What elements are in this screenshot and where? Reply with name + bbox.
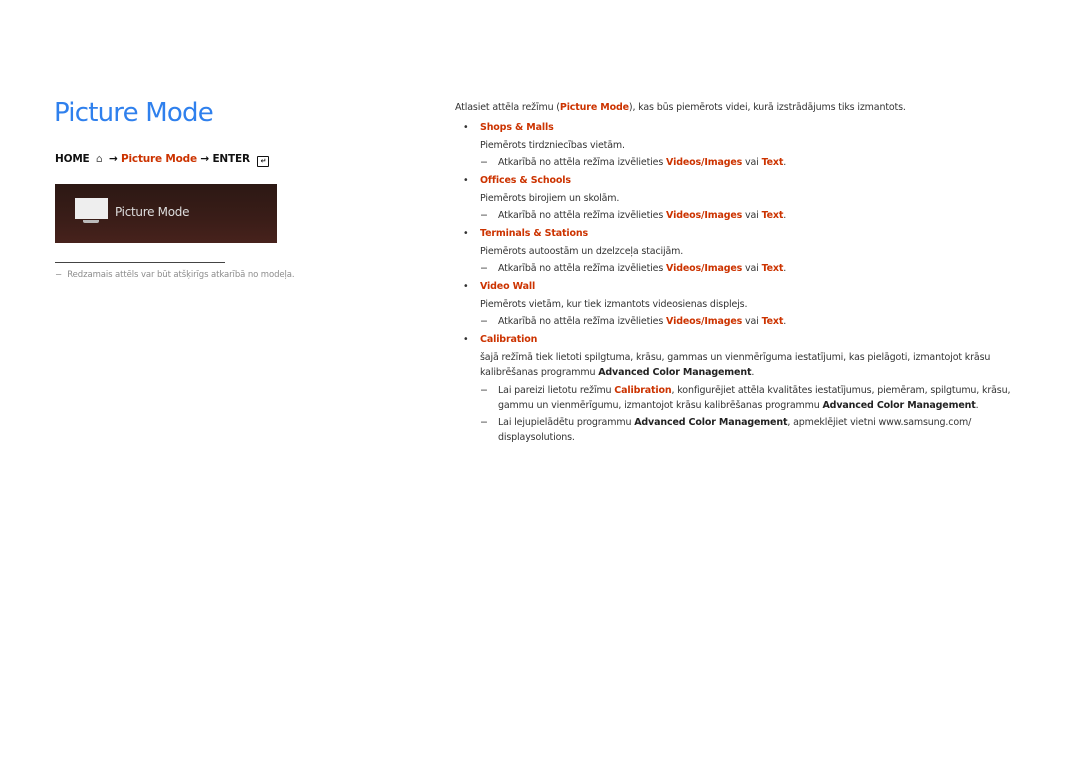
note-term: Text (761, 263, 784, 274)
dash: − (480, 417, 488, 428)
note-text: . (783, 210, 787, 221)
note-term: Videos/Images (666, 316, 743, 327)
note-text: Lai lejupielādētu programmu (498, 417, 635, 428)
page-title: Picture Mode (54, 98, 214, 128)
intro-text: Atlasiet attēla režīmu ( (455, 102, 560, 113)
path-picture-mode: Picture Mode (121, 153, 197, 165)
item-note: − Lai lejupielādētu programmu Advanced Co… (480, 415, 1045, 445)
note-text: . (783, 316, 787, 327)
item-title: Offices & Schools (480, 175, 571, 186)
note-text: . (783, 157, 787, 168)
note-text: Lai pareizi lietotu režīmu (498, 385, 615, 396)
note-text: . (783, 263, 787, 274)
path-arrow: → (108, 153, 118, 165)
note-term: Text (761, 157, 784, 168)
intro-paragraph: Atlasiet attēla režīmu (Picture Mode), k… (455, 101, 1045, 115)
item-desc: Piemērots tirdzniecības vietām. (480, 140, 625, 151)
note-term: Calibration (614, 385, 672, 396)
item-desc: Piemērots vietām, kur tiek izmantots vid… (480, 299, 748, 310)
dash: − (480, 316, 488, 327)
dash: − (480, 210, 488, 221)
footnote-divider (55, 262, 225, 263)
path-enter: ENTER (212, 153, 250, 165)
intro-text: ), kas būs piemērots videi, kurā izstrād… (628, 102, 906, 113)
note-text: Atkarībā no attēla režīma izvēlieties (498, 263, 667, 274)
note-text: vai (742, 263, 762, 274)
home-icon: ⌂ (96, 153, 103, 165)
item-note: − Atkarībā no attēla režīma izvēlieties V… (480, 314, 1045, 329)
path-arrow: → (200, 153, 209, 165)
mode-item-offices-schools: • Offices & Schools Piemērots birojiem u… (455, 174, 1045, 223)
item-title: Terminals & Stations (480, 228, 589, 239)
note-term: Videos/Images (666, 157, 743, 168)
note-term: Text (761, 316, 784, 327)
note-text: Atkarībā no attēla režīma izvēlieties (498, 210, 667, 221)
note-text: . (975, 400, 979, 411)
bullet: • (463, 228, 469, 239)
footnote-dash: − (55, 270, 63, 280)
item-desc: Piemērots birojiem un skolām. (480, 193, 620, 204)
mode-item-calibration: • Calibration šajā režīmā tiek lietoti s… (455, 333, 1045, 445)
note-term: Text (761, 210, 784, 221)
desc-term: Advanced Color Management (598, 367, 752, 378)
mode-item-terminals-stations: • Terminals & Stations Piemērots autoost… (455, 227, 1045, 276)
note-text: Atkarībā no attēla režīma izvēlieties (498, 316, 667, 327)
intro-term: Picture Mode (559, 102, 629, 113)
dash: − (480, 263, 488, 274)
path-home: HOME (55, 153, 90, 165)
note-text: Atkarībā no attēla režīma izvēlieties (498, 157, 667, 168)
item-desc: šajā režīmā tiek lietoti spilgtuma, krās… (480, 350, 1045, 380)
enter-icon: ↵ (257, 156, 270, 167)
mode-item-shops-malls: • Shops & Malls Piemērots tirdzniecības … (455, 121, 1045, 170)
monitor-stand (83, 220, 99, 223)
item-title: Calibration (480, 334, 538, 345)
desc-text: . (751, 367, 755, 378)
bullet: • (463, 122, 469, 133)
item-desc: Piemērots autoostām un dzelzceļa stacijā… (480, 246, 684, 257)
dash: − (480, 157, 488, 168)
footnote-text: Redzamais attēls var būt atšķirīgs atkar… (67, 270, 295, 280)
picture-mode-menu-image: Picture Mode (55, 184, 277, 243)
menu-path: HOME ⌂ → Picture Mode → ENTER ↵ (55, 153, 270, 167)
mode-item-video-wall: • Video Wall Piemērots vietām, kur tiek … (455, 280, 1045, 329)
footnote: − Redzamais attēls var būt atšķirīgs atk… (55, 270, 295, 280)
note-term: Videos/Images (666, 263, 743, 274)
note-term: Advanced Color Management (822, 400, 976, 411)
panel-label: Picture Mode (115, 205, 190, 219)
bullet: • (463, 334, 469, 345)
note-text: vai (742, 316, 762, 327)
main-content: Atlasiet attēla režīmu (Picture Mode), k… (455, 101, 1045, 449)
item-title: Video Wall (480, 281, 536, 292)
note-text: vai (742, 210, 762, 221)
note-term: Advanced Color Management (634, 417, 788, 428)
bullet: • (463, 175, 469, 186)
monitor-icon (75, 198, 108, 219)
item-note: − Atkarībā no attēla režīma izvēlieties V… (480, 155, 1045, 170)
note-term: Videos/Images (666, 210, 743, 221)
bullet: • (463, 281, 469, 292)
item-note: − Lai pareizi lietotu režīmu Calibration,… (480, 383, 1045, 413)
note-text: vai (742, 157, 762, 168)
item-note: − Atkarībā no attēla režīma izvēlieties V… (480, 208, 1045, 223)
item-note: − Atkarībā no attēla režīma izvēlieties V… (480, 261, 1045, 276)
item-title: Shops & Malls (480, 122, 554, 133)
dash: − (480, 385, 488, 396)
